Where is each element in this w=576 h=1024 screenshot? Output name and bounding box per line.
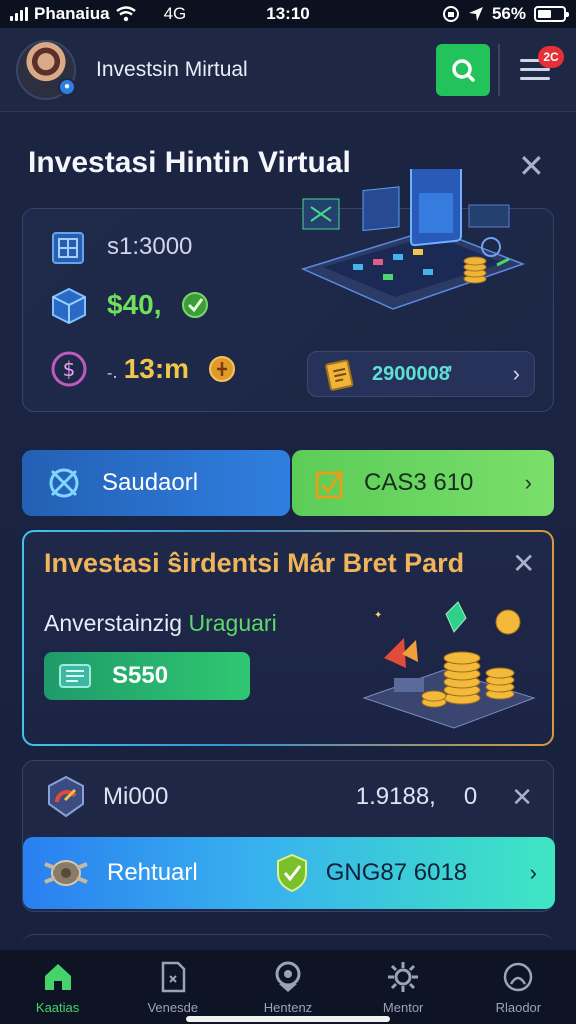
header-divider	[498, 43, 500, 96]
tab-cas3[interactable]: CAS3 610 ›	[292, 450, 554, 516]
wifi-icon	[115, 6, 136, 22]
promo-subtitle-highlight: Uraguari	[188, 610, 277, 636]
check-circle-icon	[181, 292, 208, 318]
carrier-label: Phanaiua	[34, 4, 110, 23]
profile-icon	[504, 962, 533, 992]
portfolio-row-3: $ -․ 13:m	[49, 349, 237, 389]
nav-item-rlaodor[interactable]: Rlaodor	[468, 960, 568, 1015]
position-change: 0	[463, 783, 478, 810]
portfolio-value-3: 13:m	[123, 353, 190, 384]
app-title: Investsin Mirtual	[96, 57, 248, 81]
menu-button[interactable]: 2C	[510, 44, 564, 96]
box-icon	[52, 287, 86, 325]
position-value: 1.9188,	[355, 783, 436, 810]
trading-platform-illustration	[300, 169, 526, 310]
nav-label: Mentor	[382, 1000, 424, 1015]
promo-subtitle: Anverstainzig Uraguari	[44, 610, 277, 637]
chevron-right-icon: ›	[524, 470, 532, 495]
svg-text:$: $	[63, 357, 76, 381]
lock-rotation-icon	[442, 6, 459, 22]
portfolio-row-2: $40,	[49, 285, 210, 325]
promo-card: Investasi ŝirdentsi Már Bret Pard ✕ Anve…	[22, 530, 554, 746]
status-bar: Phanaiua 4G 13:10 56%	[0, 0, 576, 28]
return-button[interactable]: Rehtuarl GNG87 6018 ›	[23, 837, 555, 909]
checkbox-icon	[315, 470, 344, 499]
chevron-right-icon: ›	[529, 860, 537, 885]
wallet-icon	[59, 664, 91, 688]
shield-gauge-icon	[48, 775, 84, 818]
cube-icon	[52, 232, 84, 264]
battery-percent: 56%	[491, 4, 526, 23]
document-icon	[161, 961, 186, 993]
search-button[interactable]	[436, 43, 490, 96]
close-promo-button[interactable]: ✕	[512, 550, 535, 578]
nav-label: Hentenz	[263, 1000, 313, 1015]
svg-text:✦: ✦	[374, 610, 382, 621]
shield-check-icon	[276, 853, 307, 893]
close-position-button[interactable]: ✕	[511, 782, 533, 813]
coin-document-icon	[325, 359, 354, 391]
portfolio-value-1: s1:3000	[107, 233, 193, 260]
position-row: Mi000 1.9188, 0 ✕	[43, 775, 533, 819]
coins-illustration: ✦	[362, 601, 536, 729]
promo-button-label: S550	[112, 662, 169, 689]
nav-item-mentor[interactable]: Mentor	[353, 960, 453, 1015]
chevron-right-icon: ›	[512, 361, 520, 386]
machine-part-icon	[44, 860, 88, 886]
portfolio-value-2: $40,	[107, 289, 162, 320]
signal-icon	[10, 7, 28, 21]
nav-label: Venesde	[147, 1000, 199, 1015]
search-icon	[452, 58, 475, 82]
verified-badge-icon: ●	[58, 77, 76, 96]
return-value: GNG87 6018	[325, 859, 468, 886]
nav-label: Rlaodor	[495, 1000, 542, 1015]
portfolio-row-1: s1:3000	[49, 227, 192, 267]
user-avatar[interactable]: ●	[16, 39, 76, 100]
nav-label: Kaatias	[35, 1000, 80, 1015]
home-icon	[44, 964, 71, 990]
app-header: ● Investsin Mirtual 2C	[0, 28, 576, 112]
coin-icon	[209, 356, 236, 382]
promo-invest-button[interactable]: S550	[44, 652, 250, 700]
promo-subtitle-main: Anverstainzig	[44, 610, 189, 636]
tab-saudaorl-label: Saudaorl	[102, 469, 199, 496]
home-indicator[interactable]	[186, 1016, 390, 1022]
settings-icon	[388, 962, 419, 992]
tab-saudaorl[interactable]: Saudaorl	[22, 450, 290, 516]
position-card: Mi000 1.9188, 0 ✕ Rehtuarl GNG87 6018 ›	[22, 760, 555, 912]
balance-value: 2900008̓	[372, 362, 450, 385]
notification-badge: 2C	[538, 45, 564, 68]
tab-cas3-label: CAS3 610	[364, 469, 474, 496]
portfolio-prefix: -․	[107, 365, 118, 382]
bottom-nav: Kaatias Venesde Hentenz Mentor Rlaodor	[0, 950, 576, 1024]
position-name: Mi000	[103, 783, 169, 810]
target-icon	[49, 468, 79, 498]
dollar-circle-icon: $	[51, 351, 87, 387]
nav-item-kaatias[interactable]: Kaatias	[8, 960, 108, 1015]
balance-button[interactable]: 2900008̓ ›	[307, 351, 535, 397]
nav-item-hentenz[interactable]: Hentenz	[238, 960, 338, 1015]
nav-item-venesde[interactable]: Venesde	[123, 960, 223, 1015]
portfolio-card: s1:3000 $40, $ -․ 13:m 2900008̓ ›	[22, 169, 554, 412]
promo-title: Investasi ŝirdentsi Már Bret Pard	[44, 548, 465, 578]
location-arrow-icon	[468, 7, 483, 21]
return-label: Rehtuarl	[107, 859, 198, 886]
battery-icon	[534, 6, 569, 22]
location-icon	[275, 961, 301, 992]
network-label: 4G	[163, 4, 187, 23]
